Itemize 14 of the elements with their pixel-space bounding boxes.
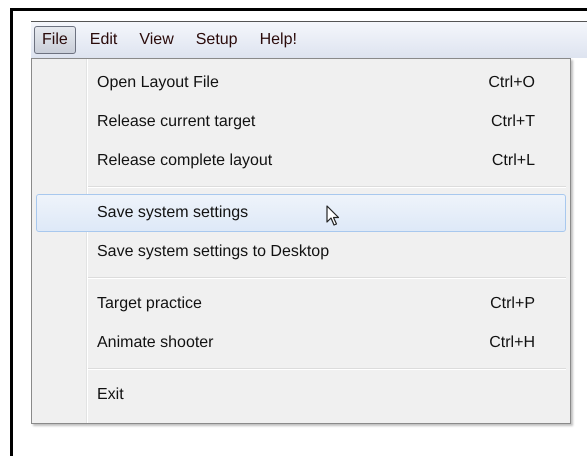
menu-entry[interactable]: Exit	[36, 376, 566, 414]
menu-entry[interactable]: Save system settings	[36, 194, 566, 232]
menu-entry[interactable]: Animate shooter Ctrl+H	[36, 324, 566, 362]
cursor-icon	[326, 205, 340, 227]
menu-item[interactable]: File	[34, 26, 76, 54]
menu-entry[interactable]: Save system settings to Desktop	[36, 233, 566, 271]
menu-entry[interactable]: Open Layout File Ctrl+O	[36, 64, 566, 102]
menu-entry[interactable]: Release current target Ctrl+T	[36, 103, 566, 141]
menu-entry[interactable]: Target practice Ctrl+P	[36, 285, 566, 323]
menu-item[interactable]: Help!	[252, 26, 305, 54]
menu-entry[interactable]: Release complete layout Ctrl+L	[36, 142, 566, 180]
menu-item[interactable]: View	[131, 26, 182, 54]
menu-item[interactable]: Edit	[82, 26, 126, 54]
menu-item[interactable]: Setup	[188, 26, 246, 54]
